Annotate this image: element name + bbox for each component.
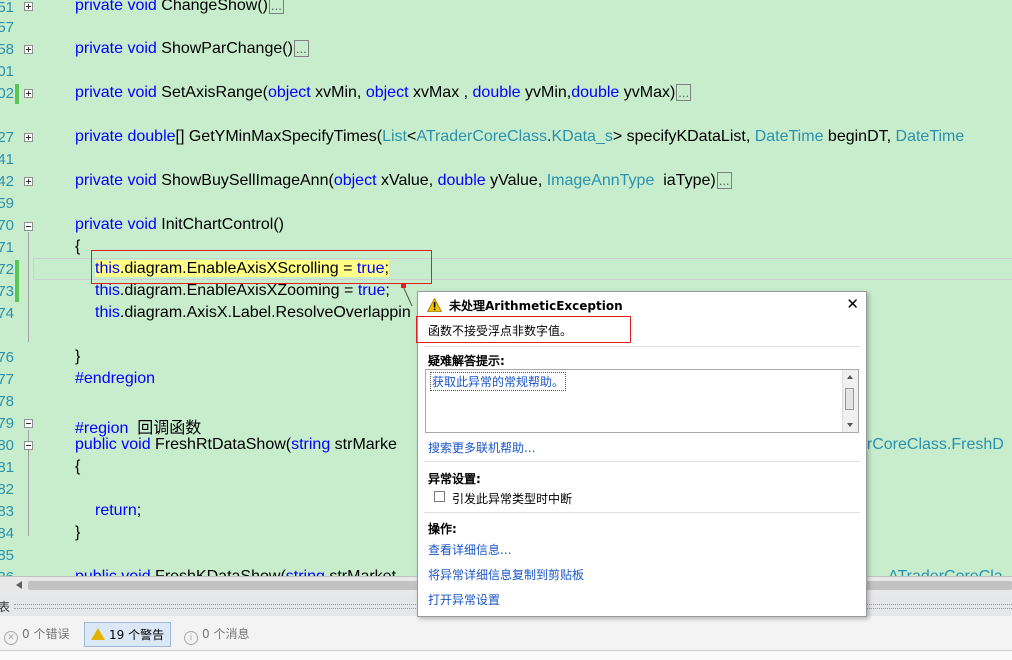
code-line[interactable]: } <box>75 348 80 366</box>
collapsed-block[interactable]: ... <box>716 172 732 189</box>
scrollbar-thumb[interactable] <box>845 388 854 410</box>
line-number: 02 <box>0 85 14 102</box>
outline-guide <box>28 232 29 342</box>
code-line[interactable]: this.diagram.AxisX.Label.ResolveOverlapp… <box>95 304 411 322</box>
scroll-down-icon[interactable] <box>847 423 853 427</box>
collapsed-block[interactable]: ... <box>269 0 284 14</box>
line-number: 78 <box>0 393 14 410</box>
line-number: 71 <box>0 239 14 256</box>
line-number: 70 <box>0 217 14 234</box>
break-checkbox-label[interactable]: 引发此异常类型时中断 <box>452 490 572 507</box>
code-line[interactable]: #endregion <box>75 370 155 388</box>
line-number: 57 <box>0 19 14 36</box>
popup-header: 未处理ArithmeticException ✕ <box>418 292 866 318</box>
annotation-box <box>91 250 432 284</box>
more-help-link[interactable]: 搜索更多联机帮助... <box>428 439 535 456</box>
exception-settings-heading: 异常设置: <box>428 472 481 486</box>
actions-heading: 操作: <box>428 522 457 536</box>
code-line[interactable]: public void FreshRtDataShow(string strMa… <box>75 436 397 454</box>
expand-toggle[interactable] <box>24 45 33 54</box>
divider <box>424 461 860 462</box>
info-icon: i <box>184 631 198 645</box>
divider <box>424 512 860 513</box>
line-number: 76 <box>0 349 14 366</box>
tips-list[interactable]: 获取此异常的常规帮助。 <box>425 369 859 433</box>
line-number: 83 <box>0 503 14 520</box>
expand-toggle[interactable] <box>24 2 33 11</box>
line-number: 41 <box>0 151 14 168</box>
line-number: 59 <box>0 195 14 212</box>
annotation-box <box>416 316 631 343</box>
code-line[interactable]: private void SetAxisRange(object xvMin, … <box>75 84 692 102</box>
code-line[interactable]: this.diagram.EnableAxisXZooming = true; <box>95 282 390 300</box>
collapsed-block[interactable]: ... <box>676 84 692 101</box>
collapsed-block[interactable]: ... <box>293 40 309 57</box>
line-number: 77 <box>0 371 14 388</box>
line-number: 82 <box>0 481 14 498</box>
change-marker <box>15 260 19 302</box>
line-number: 85 <box>0 547 14 564</box>
collapse-toggle[interactable] <box>24 222 33 231</box>
copy-details-link[interactable]: 将异常详细信息复制到剪贴板 <box>428 566 584 583</box>
collapse-toggle[interactable] <box>24 419 33 428</box>
errors-filter-button[interactable]: ✕ 0 个错误 <box>4 625 69 645</box>
expand-toggle[interactable] <box>24 89 33 98</box>
code-line[interactable]: { <box>75 458 80 476</box>
warnings-filter-button[interactable]: 19 个警告 <box>84 622 172 647</box>
close-icon[interactable]: ✕ <box>846 295 859 313</box>
expand-toggle[interactable] <box>24 133 33 142</box>
error-list-toolbar: ✕ 0 个错误 19 个警告 i0 个消息 <box>0 616 1012 650</box>
line-number: 80 <box>0 437 14 454</box>
warning-icon <box>91 628 105 640</box>
open-exception-settings-link[interactable]: 打开异常设置 <box>428 591 500 608</box>
code-line[interactable]: } <box>75 524 80 542</box>
tips-scrollbar[interactable] <box>842 370 858 432</box>
line-number: 79 <box>0 415 14 432</box>
line-number: 01 <box>0 63 14 80</box>
tips-heading: 疑难解答提示: <box>428 354 505 368</box>
code-line-tail[interactable]: ATraderCoreCla <box>888 568 1003 576</box>
line-number: 84 <box>0 525 14 542</box>
exception-assistant-popup[interactable]: 未处理ArithmeticException ✕ 函数不接受浮点非数字值。 疑难… <box>416 291 867 617</box>
code-line[interactable]: private void ChangeShow()... <box>75 0 284 15</box>
tip-link[interactable]: 获取此异常的常规帮助。 <box>430 372 567 391</box>
scroll-left-icon[interactable] <box>16 581 22 589</box>
panel-label: 表 <box>0 600 11 614</box>
scroll-up-icon[interactable] <box>847 375 853 379</box>
line-number: 27 <box>0 129 14 146</box>
code-line[interactable]: private void ShowBuySellImageAnn(object … <box>75 172 732 190</box>
line-number: 73 <box>0 283 14 300</box>
code-line[interactable]: private double[] GetYMinMaxSpecifyTimes(… <box>75 128 964 146</box>
divider <box>424 346 860 347</box>
line-number: 51 <box>0 0 14 16</box>
line-number: 42 <box>0 173 14 190</box>
code-line-tail[interactable]: erCoreClass.FreshD <box>858 436 1004 454</box>
code-line[interactable]: private void ShowParChange()... <box>75 40 309 58</box>
line-number: 86 <box>0 569 14 576</box>
line-number: 74 <box>0 305 14 322</box>
break-on-exception-checkbox[interactable] <box>434 491 445 502</box>
warning-icon <box>427 298 442 312</box>
error-icon: ✕ <box>4 631 18 645</box>
collapse-toggle[interactable] <box>24 441 33 450</box>
code-line[interactable]: return; <box>95 502 141 520</box>
messages-filter-button[interactable]: i0 个消息 <box>184 625 249 645</box>
expand-toggle[interactable] <box>24 177 33 186</box>
code-line[interactable]: #region 回调函数 <box>75 414 201 438</box>
view-details-link[interactable]: 查看详细信息... <box>428 541 511 558</box>
code-line[interactable]: public void FreshKDataShow(string strMar… <box>75 568 396 576</box>
line-number: 81 <box>0 459 14 476</box>
line-number: 58 <box>0 41 14 58</box>
change-marker <box>15 84 19 104</box>
exception-title: 未处理ArithmeticException <box>449 299 623 313</box>
line-number-gutter: 51 57 58 01 02 27 41 42 59 70 71 72 73 7… <box>0 0 14 576</box>
line-number: 72 <box>0 261 14 278</box>
code-line[interactable]: private void InitChartControl() <box>75 216 284 234</box>
code-line[interactable]: { <box>75 238 80 256</box>
